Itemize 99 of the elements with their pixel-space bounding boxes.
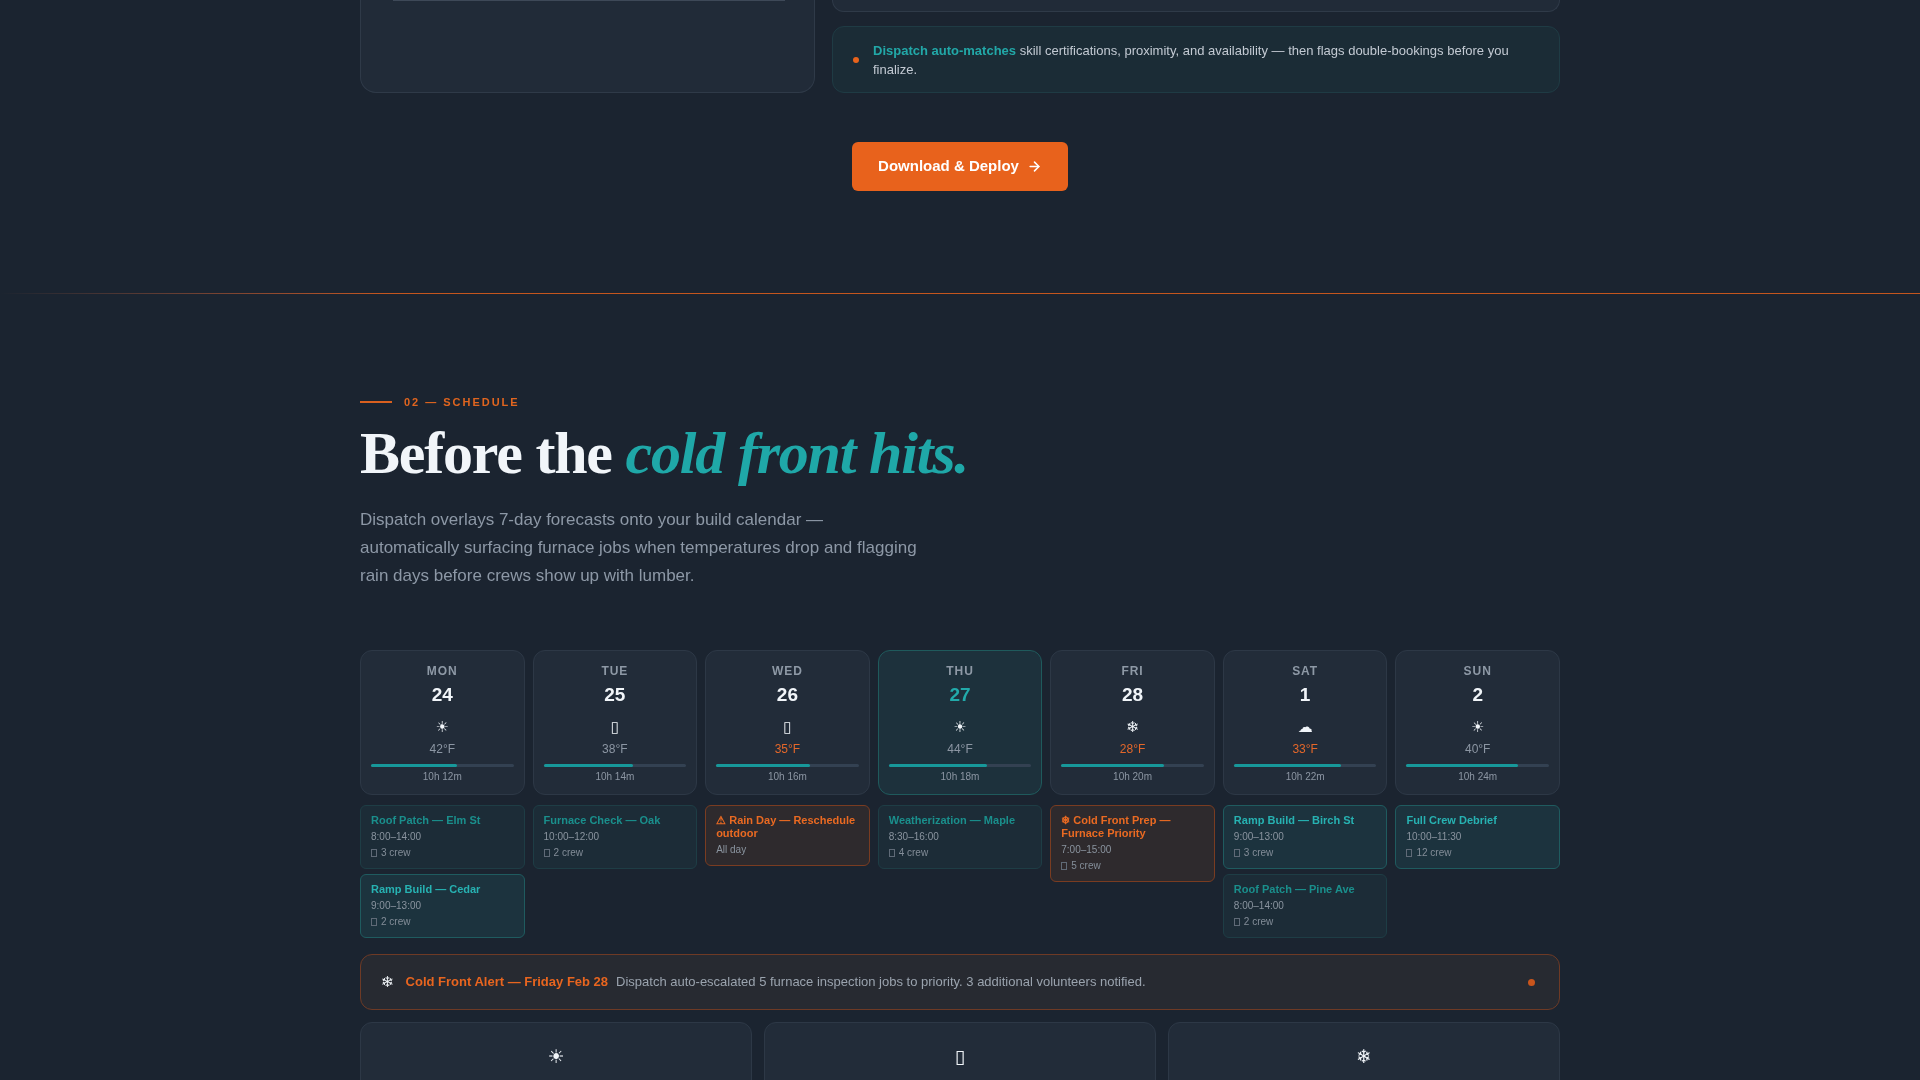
- day-card[interactable]: THU 27 ☀ 44°F 10h 18m: [877, 650, 1043, 795]
- daylight-duration: 10h 16m: [767, 770, 807, 784]
- dot-icon: [853, 56, 859, 63]
- day-card[interactable]: MON 24 ☀ 42°F 10h 12m: [360, 650, 525, 795]
- crew-count: 2 crew: [553, 846, 583, 860]
- weekday-label: WED: [771, 663, 803, 679]
- section-heading: Before the cold front hits.: [360, 420, 969, 486]
- weekday-label: SAT: [1292, 663, 1319, 679]
- weather-icon: ☀: [1470, 716, 1485, 738]
- alert-message: Dispatch auto-escalated 5 furnace inspection jobs to priority. 3 additional volunteers notified.: [616, 973, 1146, 991]
- job-title: Ramp Build — Cedar: [371, 883, 482, 896]
- job-time: 8:00–14:00: [371, 830, 423, 844]
- job-title: Ramp Build — Birch St: [1233, 814, 1356, 827]
- date-number: 24: [431, 683, 453, 707]
- weather-icon: ☀: [435, 716, 449, 738]
- date-number: 27: [949, 683, 971, 707]
- crew-count: 2 crew: [381, 915, 411, 929]
- job-title: Weatherization — Maple: [888, 814, 1017, 827]
- rectangle-icon: [888, 849, 895, 857]
- job-title: Furnace Check — Oak: [543, 814, 662, 827]
- weather-icon: ▯: [783, 716, 792, 738]
- rectangle-icon: [371, 918, 377, 926]
- job-title: ⚠ Rain Day — Reschedule outdoor: [716, 814, 857, 840]
- weather-icon: ☀: [953, 716, 967, 738]
- weekday-label: FRI: [1121, 663, 1144, 679]
- job-time: 10:00–12:00: [543, 830, 601, 844]
- job-card[interactable]: ❄ Cold Front Prep — Furnace Priority 7:00–15:00 5 crew: [1050, 805, 1215, 882]
- notice-text: Dispatch auto-matches skill certifications, proximity, and availability — then flags double-bookings before you finalize.: [873, 41, 1510, 79]
- day-card[interactable]: SUN 2 ☀ 40°F 10h 24m: [1395, 650, 1560, 795]
- download-deploy-button[interactable]: Download & Deploy: [852, 142, 1068, 191]
- rectangle-icon: [1406, 849, 1413, 857]
- job-time: All day: [716, 843, 748, 857]
- job-title: Roof Patch — Pine Ave: [1233, 883, 1356, 896]
- weather-icon: ☀: [547, 1044, 565, 1068]
- weather-icon: ☁: [1297, 716, 1313, 738]
- day-card[interactable]: SAT 1 ☁ 33°F 10h 22m: [1222, 650, 1388, 795]
- daylight-duration: 10h 18m: [940, 770, 980, 784]
- date-number: 25: [604, 683, 626, 707]
- weather-icon: ▯: [610, 716, 619, 738]
- weather-icon: ❄: [1126, 716, 1139, 738]
- section-description: Dispatch overlays 7-day forecasts onto your build calendar — automatically surfacing furnace jobs when temperatures drop and flagging rain days before crews show up with lumber.: [360, 509, 918, 587]
- job-time: 7:00–15:00: [1061, 843, 1113, 857]
- job-time: 9:00–13:00: [1233, 830, 1285, 844]
- day-card[interactable]: WED 26 ▯ 35°F 10h 16m: [705, 650, 870, 795]
- crew-count: 3 crew: [1243, 846, 1274, 860]
- daylight-duration: 10h 22m: [1285, 770, 1325, 784]
- status-dot-icon: [1528, 978, 1535, 986]
- temperature: 35°F: [774, 741, 801, 757]
- job-card[interactable]: Roof Patch — Elm St 8:00–14:00 3 crew: [360, 805, 525, 869]
- crew-count: 2 crew: [1243, 915, 1274, 929]
- section-eyebrow: 02 — SCHEDULE: [404, 395, 520, 410]
- day-card[interactable]: TUE 25 ▯ 38°F 10h 14m: [532, 650, 698, 795]
- rectangle-icon: [543, 849, 550, 857]
- job-time: 8:30–16:00: [888, 830, 940, 844]
- job-card[interactable]: Roof Patch — Pine Ave 8:00–14:00 2 crew: [1222, 874, 1388, 938]
- crew-count: 12 crew: [1416, 846, 1452, 860]
- temperature: 33°F: [1292, 741, 1318, 757]
- daylight-duration: 10h 12m: [422, 770, 462, 784]
- job-title: Full Crew Debrief: [1406, 814, 1498, 827]
- rectangle-icon: [1061, 862, 1068, 870]
- crew-count: 4 crew: [898, 846, 929, 860]
- job-card[interactable]: ⚠ Rain Day — Reschedule outdoor All day: [705, 805, 870, 866]
- snowflake-icon: ❄: [381, 972, 394, 992]
- job-title: ❄ Cold Front Prep — Furnace Priority: [1061, 814, 1172, 840]
- rectangle-icon: [371, 849, 377, 857]
- job-time: 10:00–11:30: [1406, 830, 1463, 844]
- weekday-label: THU: [946, 663, 974, 679]
- weekday-label: SUN: [1463, 663, 1492, 679]
- date-number: 1: [1299, 683, 1311, 707]
- daylight-duration: 10h 24m: [1458, 770, 1498, 784]
- temperature: 44°F: [947, 741, 973, 757]
- crew-count: 3 crew: [381, 846, 411, 860]
- weather-icon: ▯: [954, 1044, 966, 1068]
- job-time: 9:00–13:00: [371, 899, 423, 913]
- temperature: 40°F: [1464, 741, 1491, 757]
- daylight-duration: 10h 20m: [1113, 770, 1152, 784]
- job-card[interactable]: Ramp Build — Cedar 9:00–13:00 2 crew: [360, 874, 525, 938]
- job-card[interactable]: Weatherization — Maple 8:30–16:00 4 crew: [877, 805, 1043, 869]
- crew-count: 5 crew: [1071, 859, 1101, 873]
- alert-title: Cold Front Alert — Friday Feb 28: [405, 973, 609, 991]
- date-number: 2: [1472, 683, 1483, 707]
- date-number: 28: [1122, 683, 1144, 707]
- daylight-duration: 10h 14m: [595, 770, 635, 784]
- job-card[interactable]: Full Crew Debrief 10:00–11:30 12 crew: [1395, 805, 1560, 869]
- job-card[interactable]: Ramp Build — Birch St 9:00–13:00 3 crew: [1222, 805, 1388, 869]
- weekday-label: TUE: [601, 663, 629, 679]
- weather-icon: ❄: [1356, 1044, 1372, 1068]
- job-title: Roof Patch — Elm St: [371, 814, 482, 827]
- rectangle-icon: [1233, 918, 1240, 926]
- arrow-right-icon: [1026, 159, 1042, 174]
- temperature: 28°F: [1119, 741, 1146, 757]
- date-number: 26: [776, 683, 798, 707]
- rectangle-icon: [1233, 849, 1240, 857]
- job-card[interactable]: Furnace Check — Oak 10:00–12:00 2 crew: [532, 805, 698, 869]
- temperature: 38°F: [602, 741, 628, 757]
- day-card[interactable]: FRI 28 ❄ 28°F 10h 20m: [1050, 650, 1215, 795]
- weekday-label: MON: [426, 663, 458, 679]
- temperature: 42°F: [429, 741, 455, 757]
- job-time: 8:00–14:00: [1233, 899, 1285, 913]
